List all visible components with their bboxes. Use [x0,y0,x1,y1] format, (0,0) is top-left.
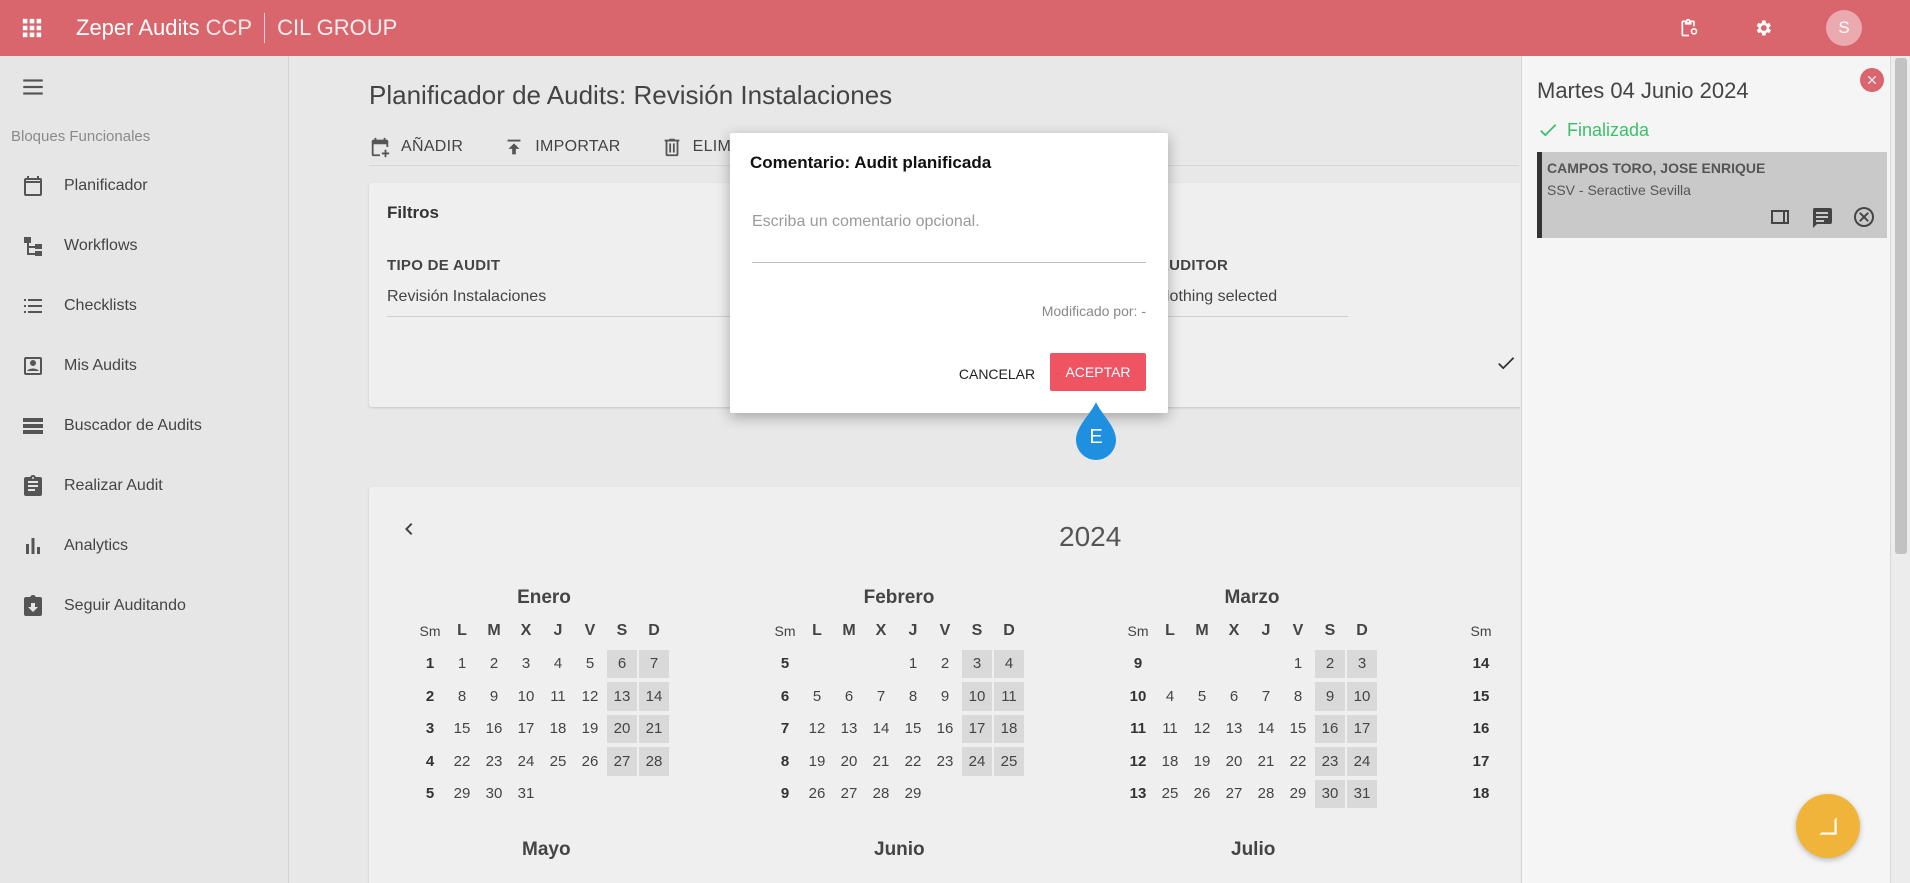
dialog-title: Comentario: Audit planificada [750,153,992,172]
cancel-button[interactable]: CANCELAR [949,355,1045,393]
marker-label: E [1089,426,1103,448]
comment-dialog: Comentario: Audit planificada Modificado… [730,133,1168,413]
comment-input[interactable] [752,213,1146,263]
accept-button[interactable]: ACEPTAR [1050,353,1146,391]
modified-by-text: Modificado por: - [1041,303,1146,319]
cursor-marker: E [1075,402,1117,462]
